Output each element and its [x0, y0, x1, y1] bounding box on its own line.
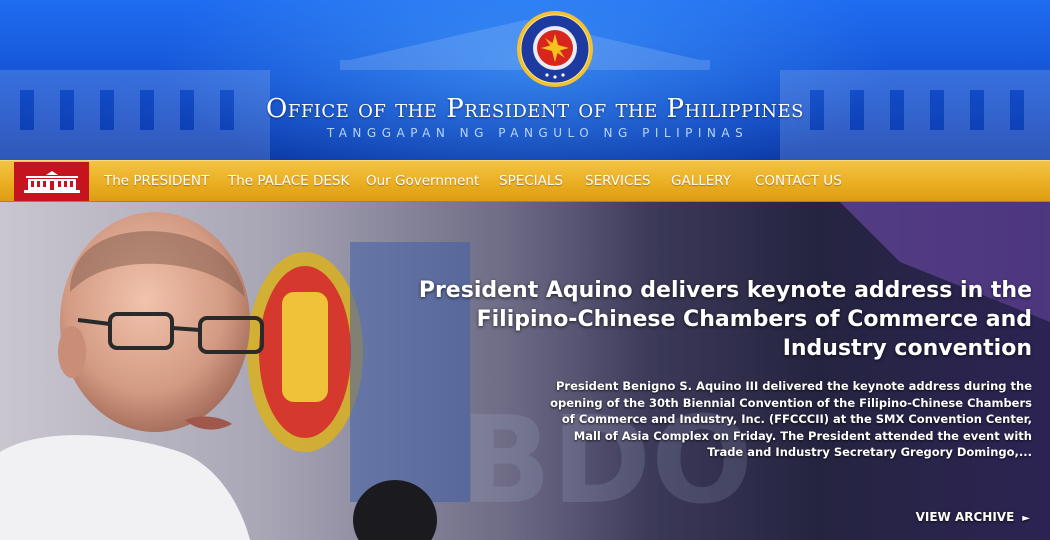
nav-item-gallery[interactable]: GALLERY	[671, 161, 731, 203]
arrow-right-icon: ►	[1022, 513, 1030, 524]
view-archive-link[interactable]: VIEW ARCHIVE ►	[916, 510, 1030, 524]
nav-item-specials[interactable]: SPECIALS	[499, 161, 563, 203]
featured-photo: BDO	[0, 202, 1050, 540]
nav-item-contact-us[interactable]: CONTACT US	[755, 161, 842, 203]
featured-headline[interactable]: President Aquino delivers keynote addres…	[392, 276, 1032, 363]
view-archive-label: VIEW ARCHIVE	[915, 510, 1015, 524]
site-title: Office of the President of the Philippin…	[266, 94, 804, 124]
nav-item-services[interactable]: SERVICES	[585, 161, 650, 203]
featured-story[interactable]: BDO President Aquino delivers keynote ad…	[0, 202, 1050, 540]
palace-icon	[23, 170, 80, 193]
nav-item-our-government[interactable]: Our Government	[366, 161, 479, 203]
nav-item-the-president[interactable]: The PRESIDENT	[104, 161, 209, 203]
presidential-seal-icon[interactable]	[516, 10, 594, 88]
home-button[interactable]	[14, 162, 89, 201]
site-subtitle: TANGGAPAN NG PANGULO NG PILIPINAS	[326, 126, 749, 140]
main-navigation: The PRESIDENT The PALACE DESK Our Govern…	[0, 160, 1050, 202]
site-header: Office of the President of the Philippin…	[0, 0, 1050, 160]
featured-summary: President Benigno S. Aquino III delivere…	[550, 379, 1032, 459]
nav-item-palace-desk[interactable]: The PALACE DESK	[228, 161, 349, 203]
